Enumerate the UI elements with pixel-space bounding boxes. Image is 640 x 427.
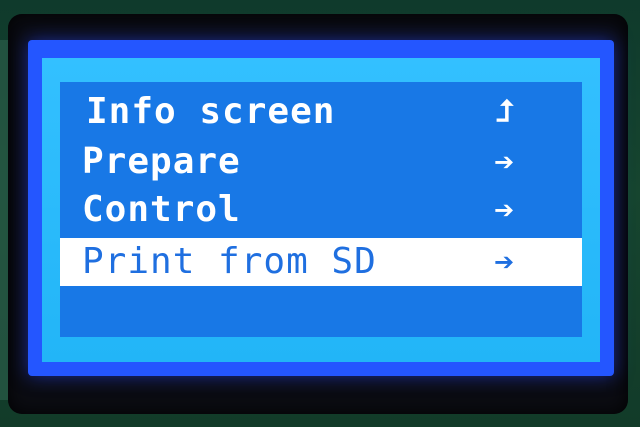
menu-item-label: Prepare: [82, 141, 241, 182]
menu-item-print-from-sd[interactable]: Print from SD ➔: [60, 238, 582, 286]
right-arrow-icon: ➔: [494, 196, 515, 224]
back-up-arrow-icon: ⮥: [496, 94, 514, 129]
menu-item-control[interactable]: Control ➔: [60, 186, 582, 234]
menu-item-info-screen[interactable]: Info screen ⮥: [60, 88, 582, 136]
menu-item-label: Control: [82, 189, 241, 230]
menu-item-label: Info screen: [86, 91, 336, 132]
main-menu: Info screen ⮥ Prepare ➔ Control ➔ Print …: [60, 82, 582, 337]
menu-item-prepare[interactable]: Prepare ➔: [60, 138, 582, 186]
menu-item-label: Print from SD: [82, 241, 377, 282]
right-arrow-icon: ➔: [494, 148, 515, 176]
right-arrow-icon: ➔: [494, 248, 515, 276]
